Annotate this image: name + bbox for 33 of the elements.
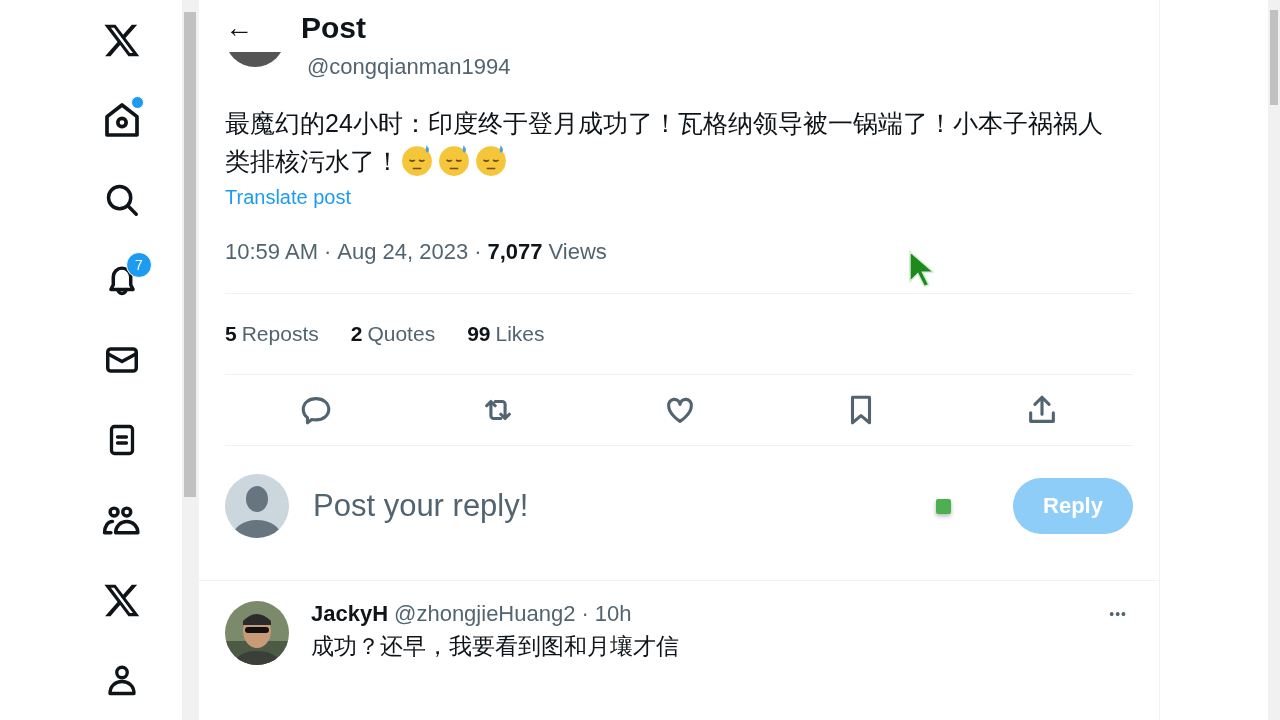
- stat-count[interactable]: 2: [350, 322, 363, 346]
- reply-text: 成功？还早，我要看到图和月壤才信: [311, 632, 680, 661]
- scrollbar-thumb[interactable]: [1270, 10, 1278, 105]
- separator-dot: ·: [323, 239, 332, 265]
- sweat-face-icon: [474, 143, 508, 177]
- views-label: Views: [548, 239, 607, 265]
- scrollbar[interactable]: [1268, 0, 1280, 720]
- page-title: Post: [301, 11, 366, 45]
- separator-dot: ·: [474, 239, 482, 265]
- stat-label[interactable]: Quotes: [367, 322, 436, 346]
- sweat-face-icon: [437, 143, 471, 177]
- user-handle: @congqianman1994: [307, 54, 511, 80]
- separator-dot: ·: [581, 601, 589, 627]
- stat-label[interactable]: Likes: [495, 322, 545, 346]
- stat-count[interactable]: 99: [467, 322, 491, 346]
- stat-count[interactable]: 5: [225, 322, 237, 346]
- post-date: Aug 24, 2023: [337, 239, 469, 265]
- status-square-icon: [936, 498, 951, 514]
- more-button[interactable]: •••: [1103, 605, 1133, 623]
- home-icon: [102, 100, 142, 140]
- scrollbar[interactable]: [182, 0, 198, 720]
- scrollbar-thumb[interactable]: [184, 12, 196, 497]
- back-button[interactable]: ←: [225, 12, 253, 44]
- cursor-icon: [908, 250, 934, 288]
- reply-age: 10h: [594, 601, 632, 627]
- sweat-face-icon: [400, 143, 434, 177]
- post-time: 10:59 AM: [225, 239, 318, 265]
- stat-label[interactable]: Reposts: [241, 322, 319, 346]
- reply-handle: @zhongjieHuang2: [394, 601, 576, 627]
- reply-author[interactable]: JackyH: [311, 601, 389, 627]
- post-text: 最魔幻的24小时：印度终于登月成功了！瓦格纳领导被一锅端了！小本子祸祸人类排核污水了！: [225, 108, 1104, 179]
- notification-badge: 7: [126, 252, 152, 278]
- views-count: 7,077: [487, 239, 543, 265]
